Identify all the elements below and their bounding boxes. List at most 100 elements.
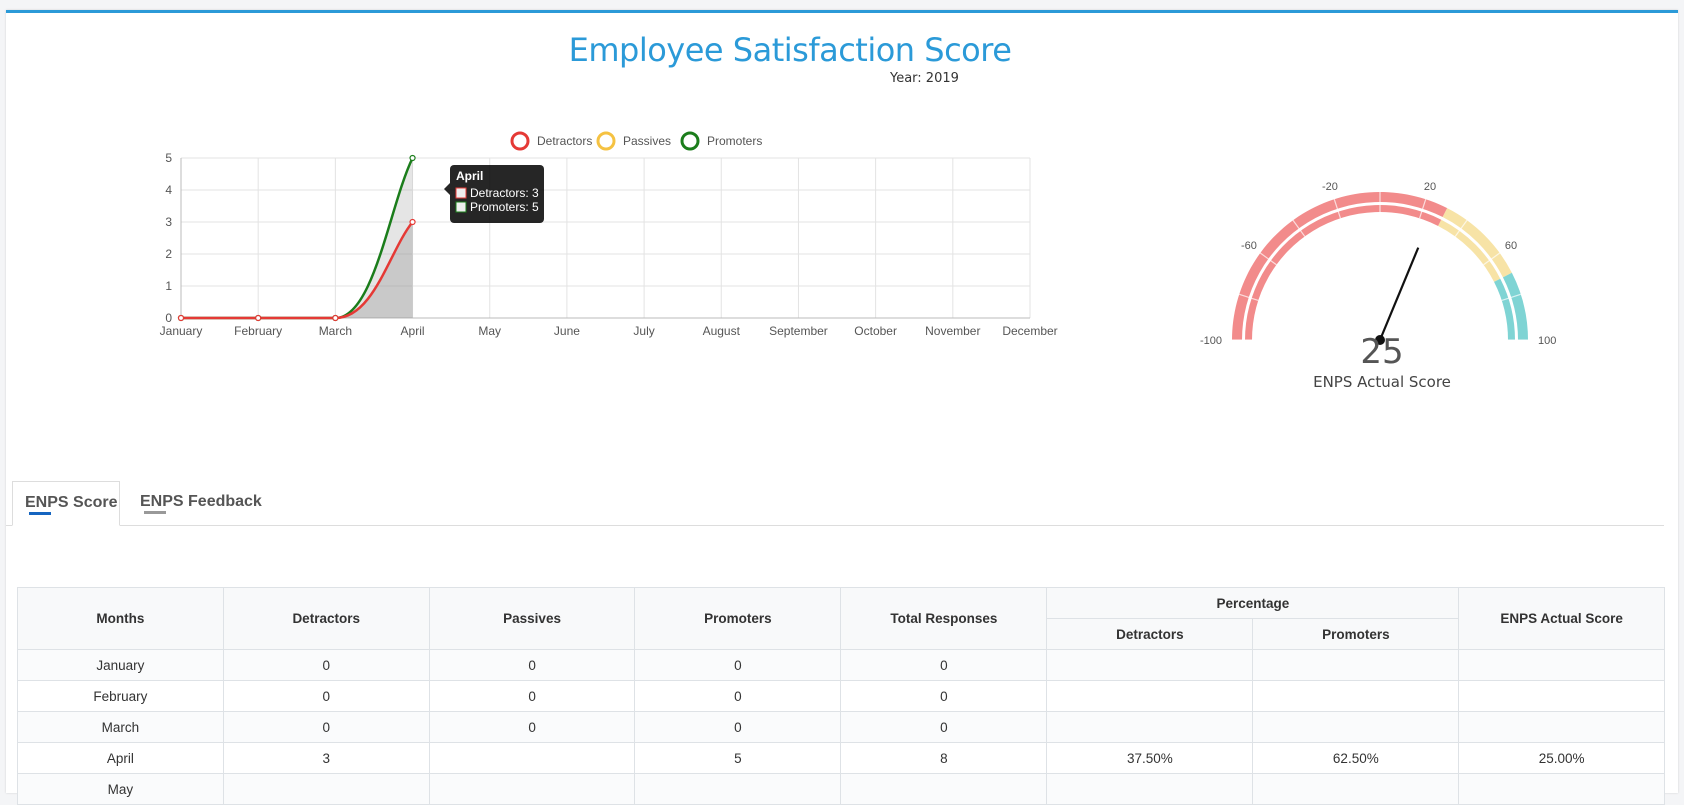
col-pct-promoters: Promoters	[1252, 618, 1460, 650]
table-cell	[428, 742, 636, 774]
table-cell: 0	[840, 680, 1048, 712]
legend-marker-promoters	[680, 131, 700, 151]
table-cell: 25.00%	[1458, 742, 1665, 774]
x-tick-label: February	[234, 324, 282, 338]
x-tick-label: December	[1002, 324, 1057, 338]
table-cell: January	[17, 649, 224, 681]
gauge-tick-label: -100	[1200, 335, 1222, 347]
tooltip-title: April	[456, 169, 483, 183]
table-cell	[1252, 680, 1460, 712]
table-cell: 0	[634, 680, 842, 712]
x-tick-label: January	[160, 324, 203, 338]
table-cell: 0	[428, 711, 636, 743]
gauge-tick-label: -20	[1322, 181, 1338, 193]
table-cell	[428, 773, 636, 805]
table-row: January 0 0 0 0	[17, 649, 1665, 681]
tooltip-line: Detractors: 3	[470, 186, 539, 200]
tab-enps-feedback-indicator	[144, 511, 166, 514]
table-cell: 0	[840, 649, 1048, 681]
gauge-score: 25	[1360, 332, 1404, 372]
page-title: Employee Satisfaction Score	[568, 31, 1012, 69]
gauge-band-inner	[1245, 205, 1442, 340]
y-tick-label: 2	[165, 247, 172, 261]
tooltip-caret	[444, 183, 450, 195]
table-cell	[1458, 711, 1665, 743]
table-cell	[1046, 649, 1254, 681]
gauge-tick-label: -60	[1241, 240, 1257, 252]
tooltip-swatch	[455, 201, 467, 213]
col-promoters: Promoters	[634, 587, 842, 650]
y-tick-label: 3	[165, 215, 172, 229]
col-total-responses: Total Responses	[840, 587, 1048, 650]
table-cell	[840, 773, 1048, 805]
table-cell	[1458, 649, 1665, 681]
chart-tooltip: April Detractors: 3Promoters: 5	[444, 165, 544, 223]
data-point-detractors	[177, 314, 185, 322]
tab-enps-score-indicator	[29, 512, 51, 515]
tab-enps-score-label: ENPS Score	[25, 494, 118, 511]
tab-bar: ENPS Score ENPS Feedback	[6, 481, 1664, 526]
table-cell	[1458, 680, 1665, 712]
x-tick-label: October	[854, 324, 897, 338]
table-cell	[1252, 773, 1460, 805]
table-cell	[1252, 711, 1460, 743]
table-row: April 3 5 8 37.50% 62.50% 25.00%	[17, 742, 1665, 774]
tab-enps-feedback-label: ENPS Feedback	[140, 493, 262, 510]
legend-label-detractors: Detractors	[537, 134, 592, 148]
x-tick-label: April	[401, 324, 425, 338]
legend-marker-passives	[596, 131, 616, 151]
table-row: March 0 0 0 0	[17, 711, 1665, 743]
year-label: Year: 2019	[890, 71, 959, 86]
table-cell: 3	[222, 742, 430, 774]
table-row: February 0 0 0 0	[17, 680, 1665, 712]
table-cell	[1458, 773, 1665, 805]
gauge-tick-label: 20	[1424, 181, 1436, 193]
table-cell: March	[17, 711, 224, 743]
tooltip-swatch	[455, 187, 467, 199]
x-tick-label: November	[925, 324, 980, 338]
table-cell: 62.50%	[1252, 742, 1460, 774]
table-cell	[634, 773, 842, 805]
table-cell	[1046, 711, 1254, 743]
y-tick-label: 5	[165, 151, 172, 165]
table-cell: 0	[222, 649, 430, 681]
legend-label-passives: Passives	[623, 134, 671, 148]
data-point-detractors	[255, 314, 262, 322]
table-cell: 0	[634, 711, 842, 743]
data-point-detractors	[332, 314, 339, 322]
tooltip-line: Promoters: 5	[470, 200, 539, 214]
table-cell: April	[17, 742, 224, 774]
enps-line-chart: 0 1 2 3 4 5 January February March April May June Ju…	[160, 131, 1058, 338]
y-tick-label: 1	[165, 279, 172, 293]
tab-enps-feedback[interactable]: ENPS Feedback	[128, 481, 268, 525]
table-cell: 0	[840, 711, 1048, 743]
table-cell: 0	[428, 649, 636, 681]
gauge-needle	[1378, 247, 1420, 341]
enps-table: Months Detractors Passives Promoters Tot…	[17, 587, 1665, 805]
table-cell: May	[17, 773, 224, 805]
table-cell	[1046, 773, 1254, 805]
table-cell	[1252, 649, 1460, 681]
data-point-detractors	[409, 218, 416, 226]
tab-enps-score[interactable]: ENPS Score	[12, 481, 120, 526]
gauge-label: ENPS Actual Score	[1313, 373, 1451, 391]
table-cell: 0	[428, 680, 636, 712]
table-cell	[1046, 680, 1254, 712]
gauge-tick-label: 100	[1538, 335, 1556, 347]
y-tick-label: 4	[165, 183, 172, 197]
data-point-promoters	[409, 154, 416, 162]
col-pct-detractors: Detractors	[1046, 618, 1254, 650]
table-cell: February	[17, 680, 224, 712]
x-tick-label: May	[478, 324, 501, 338]
x-tick-label: August	[703, 324, 741, 338]
x-tick-label: March	[319, 324, 352, 338]
gauge-band-outer	[1442, 208, 1512, 278]
legend-label-promoters: Promoters	[707, 134, 762, 148]
table-cell: 8	[840, 742, 1048, 774]
table-cell: 5	[634, 742, 842, 774]
col-enps-actual-score: ENPS Actual Score	[1458, 587, 1665, 650]
x-tick-label: July	[633, 324, 654, 338]
legend-marker-detractors	[510, 131, 530, 151]
table-cell	[222, 773, 430, 805]
col-detractors: Detractors	[222, 587, 430, 650]
